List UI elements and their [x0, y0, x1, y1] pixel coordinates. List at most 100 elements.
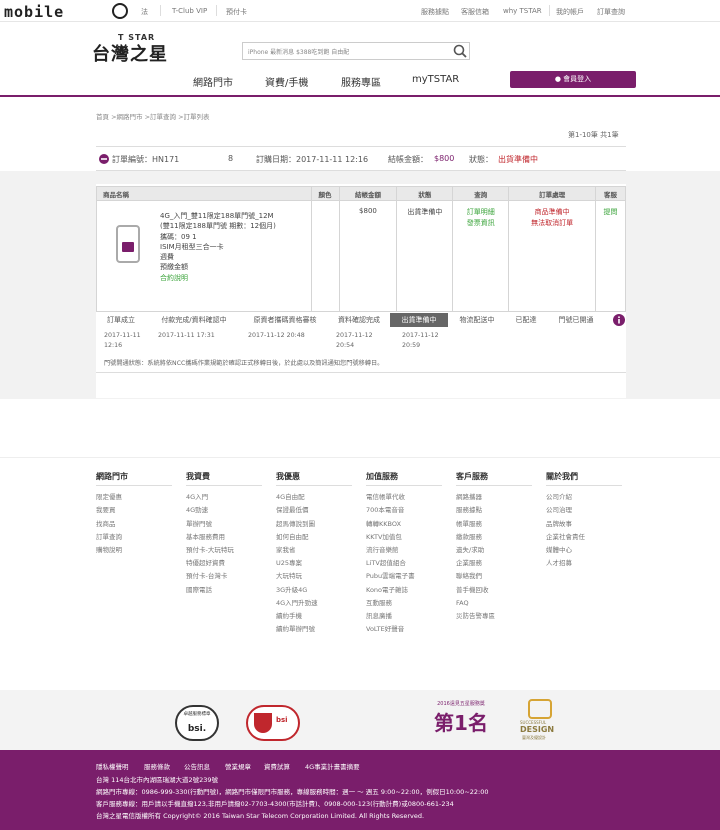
footer-link[interactable]: 特優超好資費 — [186, 557, 262, 570]
terms-link[interactable]: 服務條款 — [144, 761, 170, 771]
footer-link[interactable]: KKTV加值包 — [366, 531, 442, 544]
product-prepay: 預繳金額 — [160, 263, 188, 272]
footer-link[interactable]: 找商品 — [96, 518, 172, 531]
footer-link[interactable]: 4G入門升勁速 — [276, 597, 352, 610]
footer-link[interactable]: 電信帳單代收 — [366, 491, 442, 504]
nav-mytstar[interactable]: myTSTAR — [412, 74, 459, 85]
footer-link[interactable]: 保證最低價 — [276, 504, 352, 517]
divider — [96, 372, 626, 373]
footer-link[interactable]: 聯絡我們 — [456, 570, 532, 583]
status-cell: 出貨準備中 — [396, 200, 454, 312]
ask-link[interactable]: 提問 — [604, 208, 618, 216]
top-link-orders[interactable]: 訂單查詢 — [597, 7, 625, 17]
collapse-icon[interactable] — [99, 154, 109, 164]
footer-link[interactable]: 媒體中心 — [546, 544, 622, 557]
footer-link[interactable]: 4G自由配 — [276, 491, 352, 504]
footer-link[interactable]: 公司治理 — [546, 504, 622, 517]
footer-link[interactable]: 災防告警專區 — [456, 610, 532, 623]
footer-link[interactable]: FAQ — [456, 597, 532, 610]
privacy-link[interactable]: 隱私權聲明 — [96, 761, 129, 771]
footer-link[interactable]: 4G入門 — [186, 491, 262, 504]
footer-link[interactable]: 服務據點 — [456, 504, 532, 517]
customer-service-hotline: 客戶服務專線：用戶請以手機直撥123,非用戶請撥02-7703-4300(市話計… — [96, 800, 454, 808]
info-icon[interactable] — [613, 314, 625, 326]
footer-col-store: 網路門市 限定優惠 我要買 找商品 訂單查詢 購物說明 — [96, 470, 172, 557]
order-date: 訂購日期：2017-11-11 12:16 — [256, 155, 369, 164]
footer-link[interactable]: 繳款服務 — [456, 531, 532, 544]
top-link-mail[interactable]: 客服信箱 — [461, 7, 489, 17]
top-link-tclub[interactable]: T-Club VIP — [172, 7, 207, 15]
footer-link[interactable]: 互動服務 — [366, 597, 442, 610]
footer-link[interactable]: 大玩特玩 — [276, 570, 352, 583]
order-detail-link[interactable]: 訂單明細 — [453, 207, 508, 218]
footer-link[interactable]: 轉轉KKBOX — [366, 518, 442, 531]
product-number: 攜碼：09 1 — [160, 232, 197, 241]
footer-link[interactable]: Kono電子雜誌 — [366, 584, 442, 597]
footer-link[interactable]: 購物說明 — [96, 544, 172, 557]
login-button[interactable]: ● 會員登入 — [510, 71, 636, 88]
footer-link[interactable]: 人才招募 — [546, 557, 622, 570]
footer-link[interactable]: 超馬傳說到圖 — [276, 518, 352, 531]
mobile01-logo[interactable]: mobile — [4, 3, 64, 21]
footer-link[interactable]: 3G升級4G — [276, 584, 352, 597]
footer-link[interactable]: 限定優惠 — [96, 491, 172, 504]
footer-link[interactable]: 700本電音音 — [366, 504, 442, 517]
footer-link[interactable]: 公司介紹 — [546, 491, 622, 504]
footer-link[interactable]: 續約單辦門號 — [276, 623, 352, 636]
top-link-why[interactable]: why TSTAR — [503, 7, 542, 15]
step-order-created: 訂單成立 — [96, 313, 146, 327]
footer-link[interactable]: 品牌故事 — [546, 518, 622, 531]
footer-link[interactable]: 單辦門號 — [186, 518, 262, 531]
footer-link[interactable]: 預付卡-大玩特玩 — [186, 544, 262, 557]
date-text: 2017-11-11 12:16 — [104, 332, 141, 349]
footer-link[interactable]: 網路攜器 — [456, 491, 532, 504]
regulations-link[interactable]: 營業規章 — [225, 761, 251, 771]
footer-link[interactable]: Pubu雲端電子書 — [366, 570, 442, 583]
brand-logo-zh[interactable]: 台灣之星 — [92, 40, 168, 66]
footer-link[interactable]: 4G勁速 — [186, 504, 262, 517]
top-link-prepaid[interactable]: 預付卡 — [226, 7, 247, 17]
4g-plan-link[interactable]: 4G事業計畫書摘要 — [305, 761, 360, 771]
company-address: 台灣 114台北市內湖區瑞湖大道2號239號 — [96, 776, 219, 784]
footer-col-offers: 我優惠 4G自由配 保證最低價 超馬傳說到圖 如何自由配 家我省 U25專案 大… — [276, 470, 352, 636]
footer-link[interactable]: 預付卡-台灣卡 — [186, 570, 262, 583]
process-cell: 商品準備中 無法取消訂單 — [508, 200, 596, 312]
footer-link[interactable]: 企業服務 — [456, 557, 532, 570]
logo-face-icon — [112, 3, 128, 19]
login-label: 會員登入 — [563, 75, 592, 83]
footer-link[interactable]: VoLTE好聲音 — [366, 623, 442, 636]
footer-link[interactable]: 我要買 — [96, 504, 172, 517]
footer-link[interactable]: 遺失/求助 — [456, 544, 532, 557]
footer-link[interactable]: 流行音樂館 — [366, 544, 442, 557]
search-input[interactable]: iPhone 最新消息 $388吃到飽 自由配 — [242, 42, 470, 60]
footer-link[interactable]: 企業社會責任 — [546, 531, 622, 544]
footer-link[interactable]: 家我省 — [276, 544, 352, 557]
rate-calc-link[interactable]: 資費試算 — [264, 761, 290, 771]
footer-link[interactable]: 續約手機 — [276, 610, 352, 623]
nav-plans-phones[interactable]: 資費/手機 — [265, 74, 308, 89]
footer-link[interactable]: 國際電話 — [186, 584, 262, 597]
top-link-account[interactable]: 我的帳戶 — [556, 7, 584, 17]
footer-link[interactable]: 訂單查詢 — [96, 531, 172, 544]
product-fee: 週費 — [160, 253, 174, 262]
footer-link[interactable]: 帳單服務 — [456, 518, 532, 531]
footer-link[interactable]: 普手機回收 — [456, 584, 532, 597]
top-link-1[interactable]: 法 — [141, 7, 148, 17]
footer-link[interactable]: LiTV超值組合 — [366, 557, 442, 570]
service-cell: 提問 — [595, 200, 626, 312]
footer-link[interactable]: 如何自由配 — [276, 531, 352, 544]
nav-service-zone[interactable]: 服務專區 — [341, 74, 381, 89]
top-link-stores[interactable]: 服務據點 — [421, 7, 449, 17]
footer-link[interactable]: 訊息廣播 — [366, 610, 442, 623]
step-date-1: 2017-11-11 12:16 — [104, 331, 141, 351]
step-delivery: 物流配送中 — [448, 313, 506, 327]
breadcrumb[interactable]: 首頁 >網路門市 >訂單查詢 >訂單列表 — [96, 111, 210, 121]
contract-link[interactable]: 合約說明 — [160, 273, 308, 283]
announcements-link[interactable]: 公告訊息 — [184, 761, 210, 771]
search-icon[interactable] — [452, 43, 468, 59]
nav-online-store[interactable]: 網路門市 — [193, 74, 233, 89]
badge-brand: bsi — [276, 716, 288, 724]
footer-link[interactable]: 基本服務費用 — [186, 531, 262, 544]
invoice-link[interactable]: 發票資訊 — [453, 218, 508, 229]
footer-link[interactable]: U25專案 — [276, 557, 352, 570]
